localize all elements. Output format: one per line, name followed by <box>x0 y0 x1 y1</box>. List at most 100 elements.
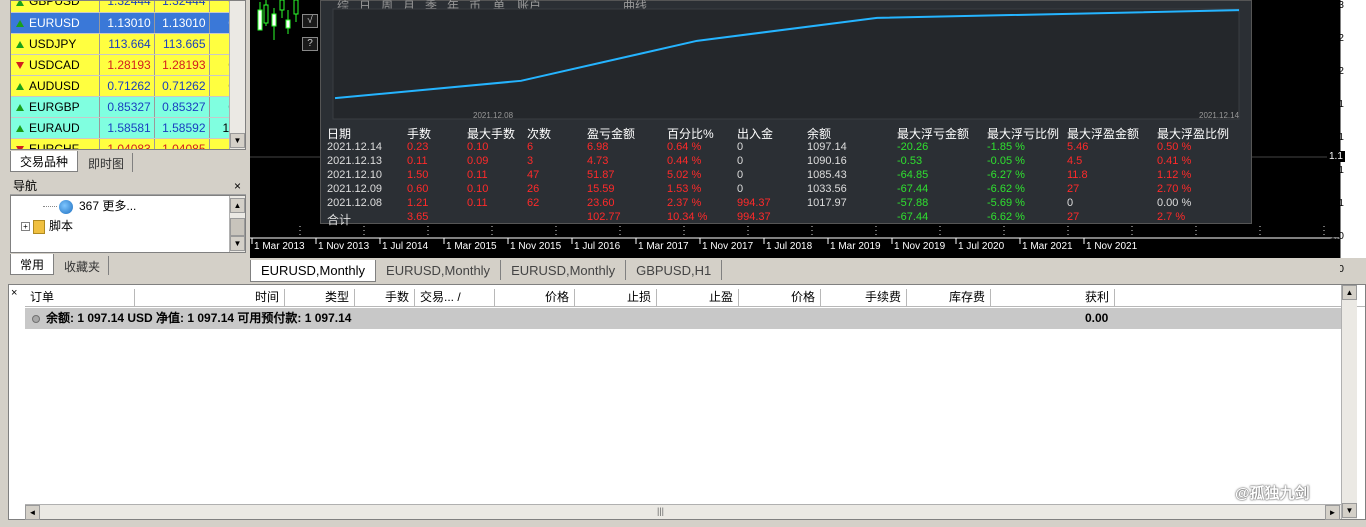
market-row[interactable]: EURGBP0.853270.853270 <box>11 96 239 118</box>
terminal-vscrollbar[interactable]: ▲ ▼ <box>1341 285 1357 519</box>
stats-cell: 26 <box>527 183 540 195</box>
stats-cell: 5.46 <box>1067 141 1089 153</box>
stats-cell: 15.59 <box>587 183 615 195</box>
x-tick-label: 1 Mar 2015 <box>446 241 497 252</box>
price-tick-label: 1.3 <box>1330 0 1344 11</box>
bid-cell: 0.85327 <box>99 96 155 118</box>
stats-cell: 6.98 <box>587 141 609 153</box>
stats-cell: 0.10 <box>467 141 489 153</box>
x-tick-label: 1 Nov 2015 <box>510 241 562 252</box>
stats-cell: 62 <box>527 197 540 209</box>
scroll-left-icon[interactable]: ◄ <box>25 505 40 520</box>
chart-tabs: EURUSD,Monthly EURUSD,Monthly EURUSD,Month… <box>250 260 1340 282</box>
tab-symbols[interactable]: 交易品种 <box>10 151 79 172</box>
market-row[interactable]: GBPUSD1.324441.324440 <box>11 1 239 13</box>
stats-cell: 1097.14 <box>807 141 847 153</box>
stats-cell: 0 <box>737 169 744 181</box>
x-tick-label: 1 Jul 2020 <box>958 241 1005 252</box>
ask-cell: 1.04085 <box>154 138 210 149</box>
stats-cell: 0.11 <box>467 169 488 181</box>
market-row[interactable]: USDJPY113.664113.6651 <box>11 33 239 55</box>
stats-col-header: 最大浮盈金额 <box>1067 127 1140 141</box>
scroll-down-icon[interactable]: ▼ <box>230 133 245 148</box>
market-row[interactable]: USDCAD1.281931.281930 <box>11 54 239 76</box>
column-header[interactable]: 获利 <box>991 289 1115 307</box>
column-header[interactable]: 价格 <box>739 289 821 307</box>
column-header[interactable]: 订单 <box>25 289 135 307</box>
nav-item-more[interactable]: 367 更多... <box>43 196 136 216</box>
stats-cell: 10.34 % <box>667 211 708 223</box>
stats-cell: 47 <box>527 169 540 181</box>
report-popup: 综日周月季年币单账户 曲线 2021.12.08 2021.12.14 日期 手数最… <box>320 0 1252 227</box>
tab-common[interactable]: 常用 <box>10 254 55 275</box>
column-header[interactable]: 时间 <box>135 289 285 307</box>
stats-cell: 0.64 % <box>667 141 702 153</box>
tab-tick-chart[interactable]: 即时图 <box>80 153 134 172</box>
market-row[interactable]: EURCHF1.040831.040852 <box>11 138 239 149</box>
stats-cell: 2.7 % <box>1157 211 1186 223</box>
arrow-up-icon <box>16 124 24 132</box>
bid-cell: 1.32444 <box>99 1 155 13</box>
close-icon[interactable]: × <box>234 178 241 194</box>
arrow-down-icon <box>16 61 24 69</box>
scroll-up-icon[interactable]: ▲ <box>1342 285 1357 300</box>
stats-cell: 2021.12.09 <box>327 183 383 195</box>
symbol-cell: USDJPY <box>11 33 100 55</box>
stats-cell: -64.85 <box>897 169 929 181</box>
tab-favorites[interactable]: 收藏夹 <box>56 256 110 275</box>
column-header[interactable]: 价格 <box>495 289 575 307</box>
market-watch-scrollbar[interactable]: ▼ <box>229 1 245 149</box>
column-header[interactable]: 手数 <box>355 289 415 307</box>
symbol-cell: GBPUSD <box>11 1 100 13</box>
stats-cell: 0 <box>737 155 744 167</box>
column-header[interactable]: 类型 <box>285 289 355 307</box>
stats-cell: 5.02 % <box>667 169 702 181</box>
scroll-down-icon[interactable]: ▼ <box>230 236 245 251</box>
scroll-up-icon[interactable]: ▲ <box>230 198 245 213</box>
market-row[interactable]: EURAUD1.585811.5859211 <box>11 117 239 139</box>
scroll-grip[interactable]: ||| <box>657 506 664 516</box>
scroll-down-icon[interactable]: ▼ <box>1342 503 1357 518</box>
chart-tab[interactable]: EURUSD,Monthly <box>501 260 627 280</box>
stats-cell: -0.05 % <box>987 155 1025 167</box>
price-tick-label: 1.0 <box>1330 231 1344 242</box>
stats-cell: 2021.12.14 <box>327 141 383 153</box>
stats-cell: 0.41 % <box>1157 155 1192 167</box>
chart-tab[interactable]: GBPUSD,H1 <box>626 260 723 280</box>
ask-cell: 113.665 <box>154 33 210 55</box>
column-header[interactable]: 手续费 <box>821 289 907 307</box>
column-header[interactable]: 库存费 <box>907 289 991 307</box>
stats-cell: -6.62 % <box>987 183 1025 195</box>
stats-cell: 23.60 <box>587 197 615 209</box>
column-header[interactable]: 止盈 <box>657 289 739 307</box>
bid-cell: 1.04083 <box>99 138 155 149</box>
stats-cell: -20.26 <box>897 141 929 153</box>
balance-row[interactable]: 余额: 1 097.14 USD 净值: 1 097.14 可用预付款: 1 0… <box>25 308 1341 329</box>
navigator-scrollbar[interactable]: ▲ ▼ <box>229 196 245 252</box>
navigator-tabs: 常用 收藏夹 <box>10 253 246 275</box>
x-tick-label: 1 Jul 2016 <box>574 241 621 252</box>
nav-item-scripts[interactable]: + 脚本 <box>21 216 73 236</box>
stats-cell: 1085.43 <box>807 169 847 181</box>
scroll-right-icon[interactable]: ► <box>1325 505 1340 520</box>
stats-row: 2021.12.10 1.50 0.11 47 51.87 5.02 % 0 1085.43 -… <box>321 169 1251 183</box>
market-row[interactable]: AUDUSD0.712620.712620 <box>11 75 239 97</box>
terminal-hscrollbar[interactable]: ◄ ||| ► <box>25 504 1341 520</box>
column-header[interactable]: 交易... / <box>415 289 495 307</box>
candle-body <box>263 4 269 24</box>
stats-col-header: 余额 <box>807 127 832 141</box>
chart-tab[interactable]: EURUSD,Monthly <box>376 260 502 280</box>
grid-dashes <box>299 226 1325 236</box>
market-row[interactable]: EURUSD1.130101.130100 <box>11 12 239 34</box>
expand-icon[interactable]: + <box>21 222 30 232</box>
scroll-thumb[interactable] <box>230 218 245 236</box>
stats-cell: 1033.56 <box>807 183 847 195</box>
close-icon[interactable]: × <box>11 287 17 299</box>
chart-tab[interactable]: EURUSD,Monthly <box>250 260 377 282</box>
check-button[interactable]: √ <box>302 14 318 28</box>
stats-cell: 0.11 <box>467 197 488 209</box>
ask-cell: 1.28193 <box>154 54 210 76</box>
column-header[interactable]: 止损 <box>575 289 657 307</box>
help-button[interactable]: ? <box>302 37 318 51</box>
x-tick-label: 1 Nov 2019 <box>894 241 946 252</box>
